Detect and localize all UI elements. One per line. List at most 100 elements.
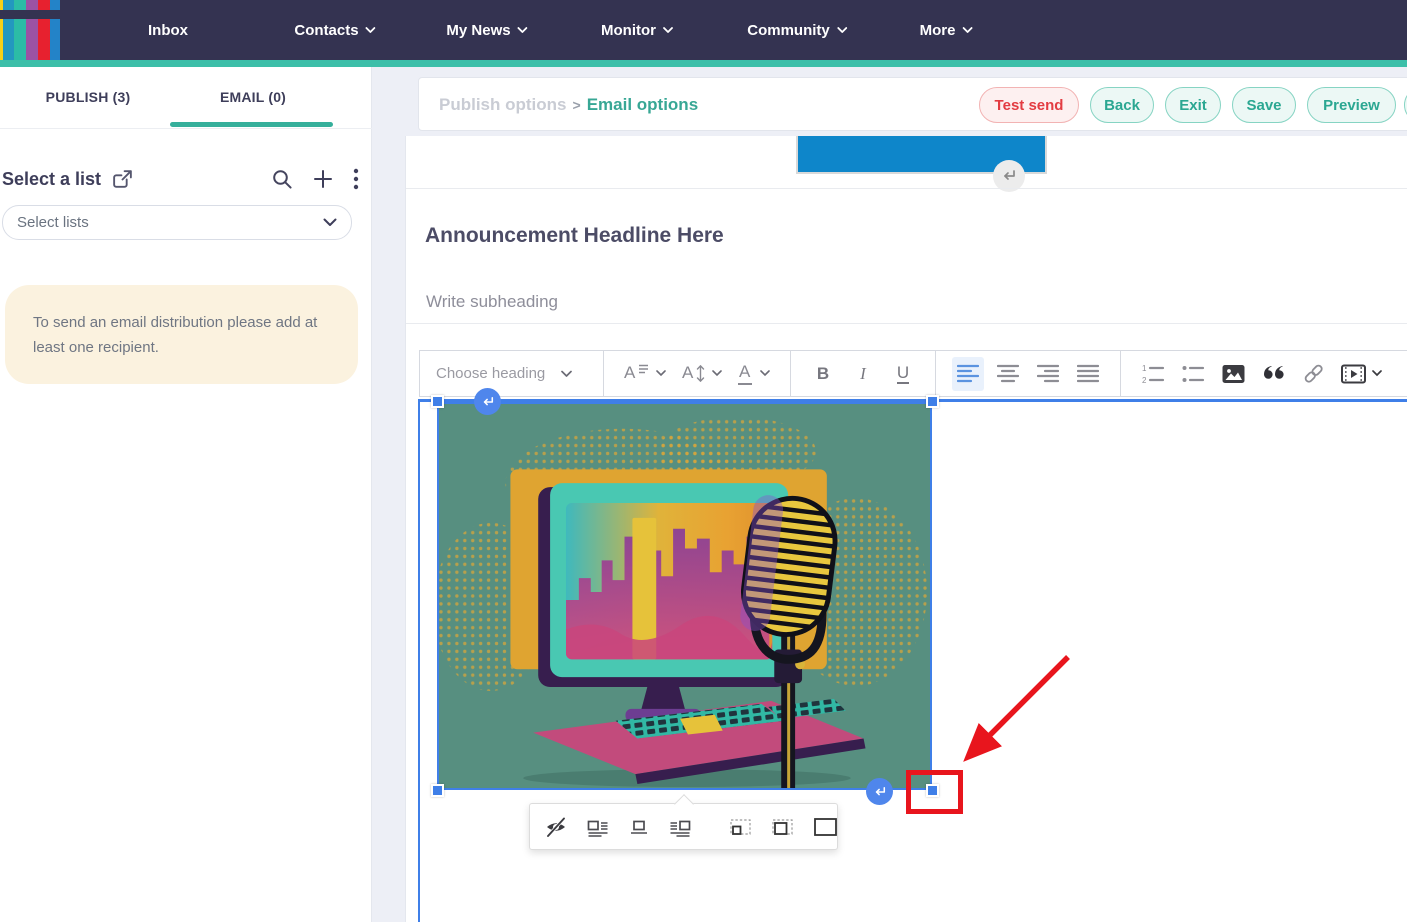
divider [406,188,1407,189]
align-center-icon [997,364,1019,383]
chevron-down-icon [712,370,722,377]
font-family-lines-icon [639,364,648,376]
nav-label: Contacts [294,22,358,39]
align-center-button[interactable] [992,357,1024,391]
sidebar: PUBLISH (3) EMAIL (0) Select a list [0,67,372,922]
action-bar: Publish options > Email options Test sen… [418,77,1407,131]
nav-item-community[interactable]: Community [747,0,847,60]
return-arrow-icon [481,396,495,408]
save-button[interactable]: Save [1232,87,1296,123]
image-size-medium-button[interactable] [771,816,794,838]
underline-glyph: U [897,364,909,384]
underline-button[interactable]: U [887,357,919,391]
recipient-notice-text: To send an email distribution please add… [33,310,333,360]
return-arrow-icon [1001,169,1017,183]
text-color-glyph: A [739,362,750,382]
active-tab-indicator [170,122,333,127]
hide-image-button[interactable] [544,816,568,838]
choose-heading-dropdown[interactable]: Choose heading [436,365,591,382]
choose-heading-label: Choose heading [436,365,545,382]
toolbar-divider [1120,351,1121,396]
test-send-button[interactable]: Test send [979,87,1079,123]
nav-label: Community [747,22,830,39]
back-button[interactable]: Back [1090,87,1154,123]
bold-button[interactable]: B [807,357,839,391]
nav-item-contacts[interactable]: Contacts [294,0,375,60]
chevron-down-icon [561,370,572,378]
divider [406,323,1407,324]
insert-line-below-badge[interactable] [866,778,893,805]
svg-text:2: 2 [1142,376,1147,385]
app-window: Inbox Contacts My News Monitor Community… [0,0,1407,922]
selected-email-image[interactable] [437,402,932,790]
nav-label: Inbox [148,22,188,39]
list-header-actions [272,165,359,193]
font-size-glyph: A [682,363,693,383]
nav-item-monitor[interactable]: Monitor [601,0,673,60]
svg-text:1: 1 [1142,364,1147,373]
ordered-list-icon: 1 2 [1141,363,1165,385]
image-align-left-button[interactable] [587,816,609,838]
breadcrumb-email-options: Email options [587,95,698,115]
chevron-down-icon [837,27,847,34]
ordered-list-button[interactable]: 1 2 [1137,357,1169,391]
share-icon[interactable] [111,168,134,191]
preview-button[interactable]: Preview [1307,87,1396,123]
resize-handle-top-left[interactable] [431,395,444,408]
divider [0,128,372,129]
breadcrumb-publish-options[interactable]: Publish options [439,95,567,115]
headline-field[interactable]: Announcement Headline Here [425,224,724,248]
select-lists-placeholder: Select lists [17,214,323,231]
insert-video-icon [1341,364,1366,384]
image-center-icon [628,816,650,838]
insert-video-button[interactable] [1341,364,1382,384]
chevron-down-icon [366,27,376,34]
subheading-field[interactable]: Write subheading [426,292,558,312]
image-align-right-button[interactable] [669,816,691,838]
italic-button[interactable]: I [847,357,879,391]
insert-link-button[interactable] [1297,357,1329,391]
list-header: Select a list [2,165,134,193]
chevron-down-icon [518,27,528,34]
kebab-menu-icon[interactable] [353,168,359,190]
chevron-down-icon [663,27,673,34]
bullet-list-icon [1181,363,1205,385]
exit-button[interactable]: Exit [1165,87,1221,123]
chevron-down-icon [656,370,666,377]
image-align-center-button[interactable] [628,816,650,838]
nav-item-my-news[interactable]: My News [446,0,527,60]
nav-item-inbox[interactable]: Inbox [148,0,188,60]
tab-email[interactable]: EMAIL (0) [170,67,336,128]
editor-focus-border-left [418,399,420,922]
align-left-button[interactable] [952,357,984,391]
size-small-icon [729,816,752,838]
text-color-button[interactable]: A [738,362,770,386]
plus-icon[interactable] [313,169,333,189]
up-down-arrow-icon [696,364,705,383]
blockquote-button[interactable] [1257,357,1289,391]
bold-glyph: B [817,364,829,384]
image-size-full-button[interactable] [813,816,838,838]
font-size-button[interactable]: A [682,363,722,385]
bullet-list-button[interactable] [1177,357,1209,391]
select-lists-dropdown[interactable]: Select lists [2,205,352,240]
recipient-notice: To send an email distribution please add… [5,285,358,384]
font-family-button[interactable]: A [624,363,666,385]
image-right-icon [669,816,691,838]
align-justify-button[interactable] [1072,357,1104,391]
nav-item-more[interactable]: More [920,0,973,60]
image-size-small-button[interactable] [729,816,752,838]
chevron-down-icon [1372,370,1382,377]
app-logo[interactable] [0,0,60,60]
insert-link-icon [1302,362,1325,385]
tab-publish[interactable]: PUBLISH (3) [0,67,176,128]
top-navbar: Inbox Contacts My News Monitor Community… [0,0,1407,60]
insert-line-above-badge[interactable] [474,388,501,415]
chevron-down-icon [323,218,337,227]
search-icon[interactable] [272,169,293,190]
annotation-arrow [941,640,1081,780]
resize-handle-bottom-left[interactable] [431,784,444,797]
insert-image-button[interactable] [1217,357,1249,391]
resize-handle-top-right[interactable] [926,395,939,408]
align-right-button[interactable] [1032,357,1064,391]
